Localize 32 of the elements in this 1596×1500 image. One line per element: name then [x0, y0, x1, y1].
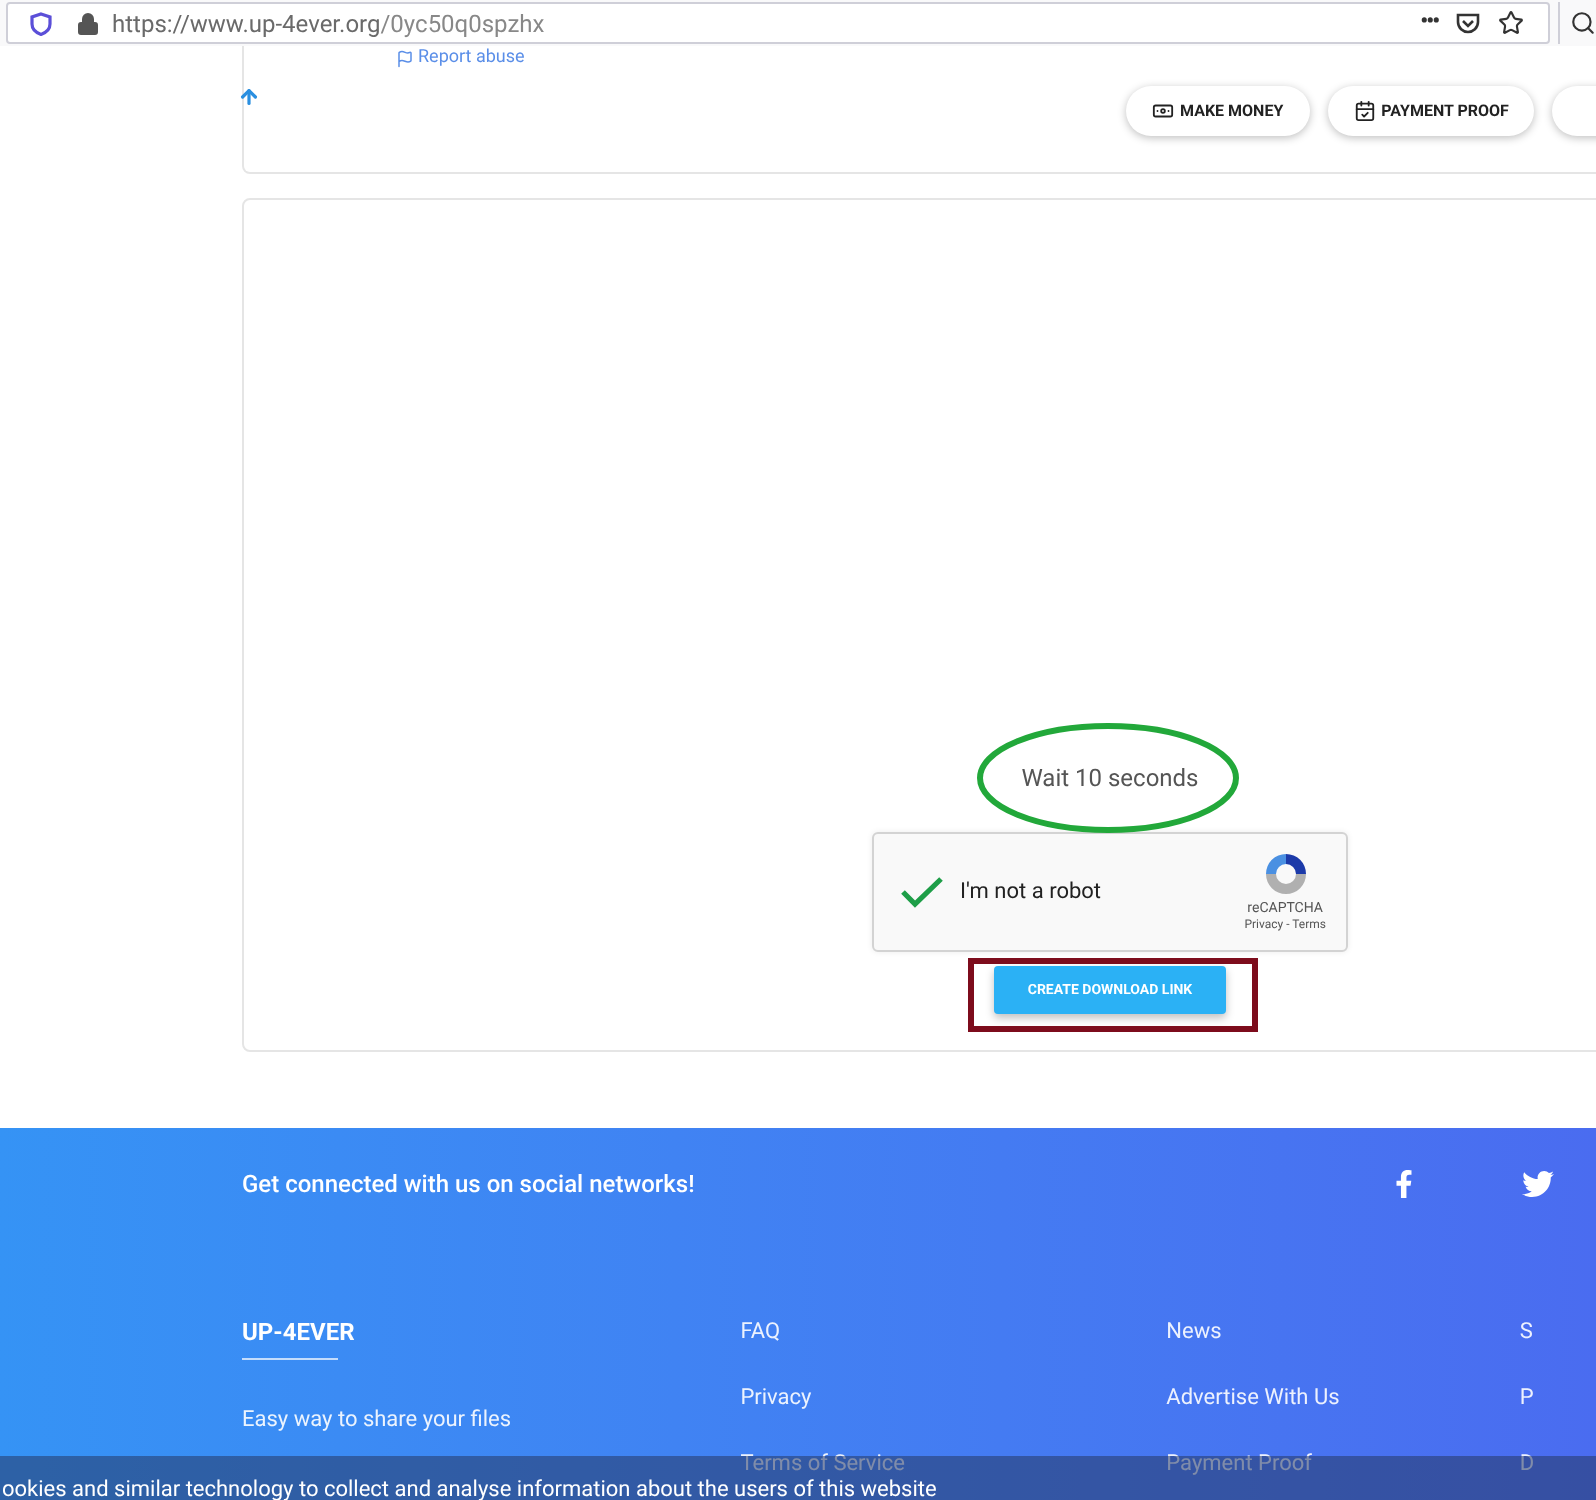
nav-button[interactable]: MAKE MONEY	[1126, 86, 1310, 136]
calendar-icon	[1353, 100, 1376, 122]
wait-timer-text: Wait 10 seconds	[1021, 762, 1199, 796]
footer-tagline: Easy way to share your files	[242, 1404, 514, 1436]
footer-link[interactable]: FAQ	[740, 1318, 1167, 1346]
up-arrow-icon[interactable]	[238, 86, 260, 108]
lock-icon	[76, 11, 100, 35]
star-icon[interactable]	[1498, 10, 1525, 36]
flag-icon	[396, 49, 414, 67]
cookie-notice-text: ookies and similar technology to collect and analyse information about the users of this website	[2, 1476, 937, 1500]
address-bar[interactable]: https://www.up-4ever.org/0yc50q0spzhx •••	[6, 2, 1551, 44]
banknote-icon	[1152, 100, 1174, 122]
social-heading: Get connected with us on social networks!	[242, 1168, 695, 1202]
footer-link[interactable]: D	[1519, 1450, 1596, 1478]
pocket-icon[interactable]	[1456, 12, 1481, 34]
footer-link[interactable]: News	[1166, 1318, 1520, 1346]
nav-button[interactable]: PAYMENT PROOF	[1327, 86, 1535, 136]
twitter-icon[interactable]	[1522, 1168, 1554, 1200]
more-actions-button[interactable]: •••	[1420, 6, 1439, 40]
report-abuse-link[interactable]: Report abuse	[396, 46, 525, 70]
footer-link[interactable]: Payment Proof	[1166, 1450, 1520, 1478]
footer-link[interactable]: Advertise With Us	[1166, 1384, 1520, 1412]
footer-link[interactable]: P	[1519, 1384, 1596, 1412]
url-text[interactable]: https://www.up-4ever.org/0yc50q0spzhx	[112, 5, 545, 41]
shield-icon[interactable]	[30, 11, 52, 35]
captcha-label: I'm not a robot	[960, 875, 1102, 908]
footer-link[interactable]: Privacy	[740, 1384, 1167, 1412]
footer-link[interactable]: Terms of Service	[740, 1450, 1167, 1478]
footer-brand: UP-4EVER	[242, 1318, 357, 1346]
checkmark-icon	[900, 876, 944, 908]
footer-link[interactable]: S	[1519, 1318, 1596, 1346]
search-icon[interactable]	[1570, 10, 1596, 36]
